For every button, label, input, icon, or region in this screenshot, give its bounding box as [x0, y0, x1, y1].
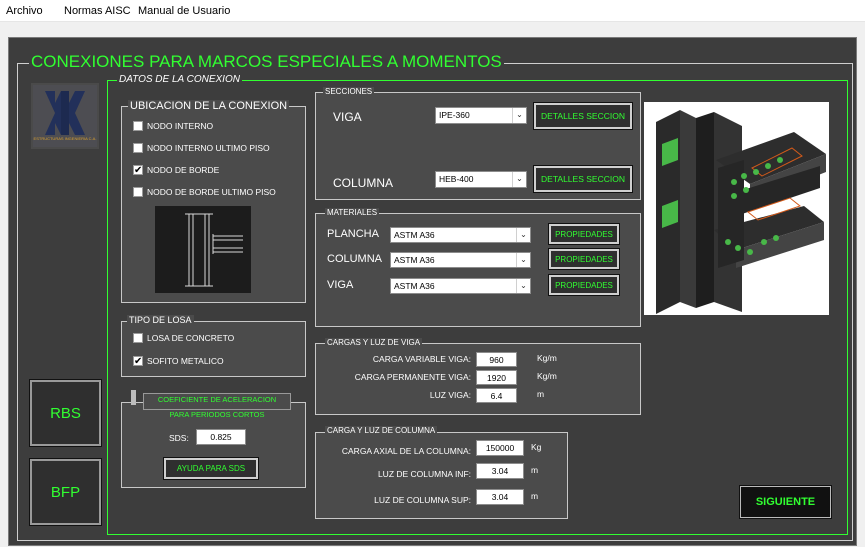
columna-section-value: HEB-400 [439, 174, 474, 184]
carga-columna-label: LUZ DE COLUMNA INF: [377, 469, 471, 479]
next-button[interactable]: SIGUIENTE [739, 485, 832, 519]
checkbox-label: NODO DE BORDE ULTIMO PISO [147, 187, 276, 197]
viga-details-button[interactable]: DETALLES SECCION [533, 102, 633, 130]
columna-details-button[interactable]: DETALLES SECCION [533, 165, 633, 193]
coef-title-box: COEFICIENTE DE ACELERACION [143, 393, 291, 410]
checkbox-label: LOSA DE CONCRETO [147, 333, 235, 343]
material-select[interactable]: ASTM A36 ⌄ [390, 278, 531, 294]
connection-3d-image [644, 102, 829, 315]
sds-help-button[interactable]: AYUDA PARA SDS [163, 457, 259, 480]
cargas-viga-title: CARGAS Y LUZ DE VIGA [325, 338, 423, 347]
chevron-down-icon[interactable]: ⌄ [516, 279, 530, 293]
coef-marker [131, 390, 136, 405]
material-label: PLANCHA [327, 228, 379, 240]
material-value: ASTM A36 [394, 281, 435, 291]
material-select[interactable]: ASTM A36 ⌄ [390, 227, 531, 243]
material-select[interactable]: ASTM A36 ⌄ [390, 252, 531, 268]
materiales-title: MATERIALES [325, 208, 380, 217]
carga-columna-label: LUZ DE COLUMNA SUP: [374, 495, 471, 505]
coef-title-line2: PARA PERIODOS CORTOS [169, 410, 265, 419]
checkbox-nodo-de-borde[interactable]: ✔ [133, 165, 143, 176]
carga-columna-title: CARGA Y LUZ DE COLUMNA [325, 426, 438, 435]
app-title: CONEXIONES PARA MARCOS ESPECIALES A MOME… [29, 52, 504, 72]
columna-section-select[interactable]: HEB-400 ⌄ [435, 171, 527, 188]
sds-input[interactable]: 0.825 [196, 429, 246, 445]
menu-bar: Archivo Normas AISC Manual de Usuario [0, 0, 865, 22]
unit-label: m [531, 465, 539, 475]
propiedades-button[interactable]: PROPIEDADES [548, 223, 620, 245]
carga-viga-input[interactable]: 960 [476, 352, 517, 367]
material-value: ASTM A36 [394, 230, 435, 240]
checkbox-losa-de-concreto[interactable] [133, 333, 143, 343]
app-window: CONEXIONES PARA MARCOS ESPECIALES A MOME… [8, 37, 857, 546]
checkbox-nodo-interno-ultimo-piso[interactable] [133, 143, 143, 153]
viga-section-value: IPE-360 [439, 110, 470, 120]
chevron-down-icon[interactable]: ⌄ [512, 172, 526, 187]
carga-viga-label: CARGA PERMANENTE VIGA: [354, 372, 471, 382]
material-label: VIGA [327, 279, 354, 291]
material-value: ASTM A36 [394, 255, 435, 265]
tipo-losa-title: TIPO DE LOSA [127, 315, 194, 325]
checkbox-label: NODO DE BORDE [147, 165, 220, 175]
unit-label: m [531, 491, 539, 501]
steel-connection-render-icon [656, 110, 826, 314]
bfp-button[interactable]: BFP [29, 458, 102, 526]
carga-columna-label: CARGA AXIAL DE LA COLUMNA: [341, 446, 471, 456]
unit-label: m [537, 389, 545, 399]
edge-node-diagram-icon [185, 213, 243, 287]
carga-columna-input[interactable]: 3.04 [476, 489, 524, 505]
propiedades-button[interactable]: PROPIEDADES [548, 274, 620, 296]
columna-label: COLUMNA [333, 176, 394, 190]
datos-title: DATOS DE LA CONEXION [117, 74, 242, 85]
carga-columna-input[interactable]: 3.04 [476, 463, 524, 479]
viga-section-select[interactable]: IPE-360 ⌄ [435, 107, 527, 124]
checkbox-label: NODO INTERNO [147, 121, 214, 131]
menu-normas-aisc[interactable]: Normas AISC [64, 5, 131, 17]
checkbox-nodo-interno[interactable] [133, 121, 143, 131]
carga-columna-input[interactable]: 150000 [476, 440, 524, 456]
sds-label: SDS: [169, 433, 189, 443]
checkbox-label: SOFITO METALICO [147, 356, 224, 366]
tipo-losa-panel [121, 321, 306, 377]
menu-manual-usuario[interactable]: Manual de Usuario [138, 5, 230, 17]
unit-label: Kg/m [537, 353, 557, 363]
material-label: COLUMNA [327, 253, 383, 265]
unit-label: Kg/m [537, 371, 557, 381]
company-logo: ESTRUCTURAS INGENIERIA C.A. [31, 83, 99, 149]
carga-viga-label: LUZ VIGA: [429, 390, 471, 400]
unit-label: Kg [531, 442, 542, 452]
logo-text: ESTRUCTURAS INGENIERIA C.A. [33, 136, 97, 141]
carga-viga-input[interactable]: 6.4 [476, 388, 517, 403]
chevron-down-icon[interactable]: ⌄ [516, 228, 530, 242]
menu-archivo[interactable]: Archivo [6, 5, 43, 17]
checkbox-nodo-de-borde-ultimo-piso[interactable] [133, 187, 143, 197]
secciones-title: SECCIONES [323, 87, 375, 96]
propiedades-button[interactable]: PROPIEDADES [548, 248, 620, 270]
connection-diagram [155, 206, 251, 293]
carga-viga-label: CARGA VARIABLE VIGA: [372, 354, 471, 364]
coef-title-line1: COEFICIENTE DE ACELERACION [157, 395, 277, 404]
checkbox-sofito-metalico[interactable]: ✔ [133, 356, 143, 367]
chevron-down-icon[interactable]: ⌄ [516, 253, 530, 267]
viga-label: VIGA [333, 110, 362, 124]
chevron-down-icon[interactable]: ⌄ [512, 108, 526, 123]
carga-viga-input[interactable]: 1920 [476, 370, 517, 385]
ubicacion-title: UBICACION DE LA CONEXION [128, 100, 290, 112]
rbs-button[interactable]: RBS [29, 379, 102, 447]
checkbox-label: NODO INTERNO ULTIMO PISO [147, 143, 270, 153]
